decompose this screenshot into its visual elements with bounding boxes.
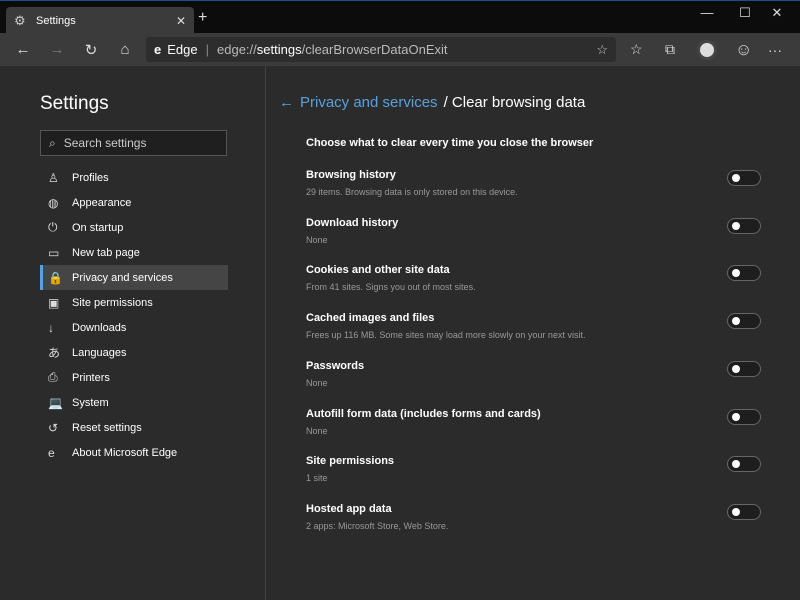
brand-label: Edge xyxy=(167,42,197,57)
breadcrumb-link[interactable]: Privacy and services xyxy=(300,94,438,111)
option-description: 1 site xyxy=(306,473,761,483)
laptop-icon: 💻 xyxy=(48,396,72,410)
clear-option-row: Download history None xyxy=(306,217,761,245)
option-title: Hosted app data xyxy=(306,503,761,515)
palette-icon: ◍ xyxy=(48,196,72,210)
sidebar-item-on-startup[interactable]: ⏻On startup xyxy=(40,215,228,240)
reset-icon: ↺ xyxy=(48,421,72,435)
toggle-switch[interactable] xyxy=(727,409,761,425)
forward-button[interactable]: → xyxy=(40,41,74,58)
refresh-button[interactable]: ↻ xyxy=(74,41,108,59)
sidebar-item-system[interactable]: 💻System xyxy=(40,390,228,415)
sidebar-item-appearance[interactable]: ◍Appearance xyxy=(40,190,228,215)
option-description: From 41 sites. Signs you out of most sit… xyxy=(306,282,761,292)
clear-option-row: Autofill form data (includes forms and c… xyxy=(306,408,761,436)
sidebar-item-downloads[interactable]: ↓Downloads xyxy=(40,315,228,340)
sidebar-item-profiles[interactable]: ♙Profiles xyxy=(40,165,228,190)
option-title: Site permissions xyxy=(306,455,761,467)
sidebar-item-about-microsoft-edge[interactable]: eAbout Microsoft Edge xyxy=(40,440,228,465)
clear-option-row: Hosted app data 2 apps: Microsoft Store, … xyxy=(306,503,761,531)
clear-option-row: Passwords None xyxy=(306,360,761,388)
sidebar-item-label: New tab page xyxy=(72,247,140,259)
toggle-switch[interactable] xyxy=(727,361,761,377)
gear-icon: ⚙ xyxy=(14,13,30,29)
title-bar: ⚙ Settings ✕ + — ☐ ✕ xyxy=(0,0,800,33)
back-arrow-icon[interactable]: ← xyxy=(279,94,294,111)
tab-title: Settings xyxy=(36,15,176,27)
section-subtitle: Choose what to clear every time you clos… xyxy=(306,137,593,149)
more-menu-button[interactable]: ··· xyxy=(768,33,782,66)
sidebar-item-printers[interactable]: ⎙Printers xyxy=(40,365,228,390)
main-content: ← Privacy and services / Clear browsing … xyxy=(267,66,800,600)
sidebar: Settings ⌕ Search settings ♙Profiles◍App… xyxy=(0,66,266,600)
sidebar-item-label: Appearance xyxy=(72,197,131,209)
languages-icon: あ xyxy=(48,344,72,361)
sidebar-item-languages[interactable]: あLanguages xyxy=(40,340,228,365)
option-description: None xyxy=(306,235,761,245)
favorite-star-icon[interactable]: ☆ xyxy=(596,42,608,58)
power-icon: ⏻ xyxy=(48,220,72,235)
search-icon: ⌕ xyxy=(49,136,56,151)
sidebar-item-label: Profiles xyxy=(72,172,109,184)
clear-option-row: Browsing history 29 items. Browsing data … xyxy=(306,169,761,197)
sidebar-item-site-permissions[interactable]: ▣Site permissions xyxy=(40,290,228,315)
lock-icon: 🔒 xyxy=(48,271,72,285)
sidebar-item-label: Site permissions xyxy=(72,297,153,309)
avatar[interactable] xyxy=(697,40,717,60)
toggle-switch[interactable] xyxy=(727,218,761,234)
toggle-switch[interactable] xyxy=(727,265,761,281)
search-input[interactable]: ⌕ Search settings xyxy=(40,130,227,156)
option-title: Cached images and files xyxy=(306,312,761,324)
clear-option-row: Cookies and other site data From 41 sites… xyxy=(306,264,761,292)
download-icon: ↓ xyxy=(48,321,72,335)
sidebar-item-label: About Microsoft Edge xyxy=(72,447,177,459)
clear-option-row: Site permissions 1 site xyxy=(306,455,761,483)
address-bar[interactable]: e Edge | edge://settings/clearBrowserDat… xyxy=(146,37,616,62)
home-button[interactable]: ⌂ xyxy=(108,41,142,58)
option-title: Autofill form data (includes forms and c… xyxy=(306,408,761,420)
sidebar-item-reset-settings[interactable]: ↺Reset settings xyxy=(40,415,228,440)
close-window-button[interactable]: ✕ xyxy=(754,5,800,21)
page-title: / Clear browsing data xyxy=(444,94,586,111)
back-button[interactable]: ← xyxy=(6,41,40,58)
sidebar-item-label: Printers xyxy=(72,372,110,384)
edge-icon: e xyxy=(48,446,72,460)
option-description: 2 apps: Microsoft Store, Web Store. xyxy=(306,521,761,531)
option-title: Passwords xyxy=(306,360,761,372)
option-description: Frees up 116 MB. Some sites may load mor… xyxy=(306,330,761,340)
printer-icon: ⎙ xyxy=(48,370,72,385)
breadcrumb: ← Privacy and services / Clear browsing … xyxy=(279,94,585,111)
favorites-icon[interactable]: ☆ xyxy=(630,33,643,66)
tab-settings[interactable]: ⚙ Settings ✕ xyxy=(6,7,194,34)
newtab-icon: ▭ xyxy=(48,246,72,260)
option-title: Cookies and other site data xyxy=(306,264,761,276)
option-title: Browsing history xyxy=(306,169,761,181)
clear-option-row: Cached images and files Frees up 116 MB. … xyxy=(306,312,761,340)
sidebar-item-label: Reset settings xyxy=(72,422,142,434)
toggle-switch[interactable] xyxy=(727,170,761,186)
sidebar-item-label: Languages xyxy=(72,347,126,359)
option-description: None xyxy=(306,426,761,436)
sidebar-title: Settings xyxy=(40,93,109,115)
sidebar-item-new-tab-page[interactable]: ▭New tab page xyxy=(40,240,228,265)
sidebar-item-label: On startup xyxy=(72,222,123,234)
site-permissions-icon: ▣ xyxy=(48,296,72,310)
sidebar-item-privacy-and-services[interactable]: 🔒Privacy and services xyxy=(40,265,228,290)
option-title: Download history xyxy=(306,217,761,229)
sidebar-item-label: Downloads xyxy=(72,322,126,334)
sidebar-item-label: System xyxy=(72,397,109,409)
toggle-switch[interactable] xyxy=(727,313,761,329)
sidebar-item-label: Privacy and services xyxy=(72,272,173,284)
collections-icon[interactable]: ⧉ xyxy=(665,33,675,66)
option-description: 29 items. Browsing data is only stored o… xyxy=(306,187,761,197)
option-description: None xyxy=(306,378,761,388)
edge-icon: e xyxy=(154,42,161,57)
new-tab-button[interactable]: + xyxy=(198,9,207,27)
feedback-icon[interactable]: ☺ xyxy=(735,33,752,66)
toggle-switch[interactable] xyxy=(727,504,761,520)
url-text[interactable]: edge://settings/clearBrowserDataOnExit xyxy=(217,42,596,57)
toggle-switch[interactable] xyxy=(727,456,761,472)
person-icon: ♙ xyxy=(48,171,72,185)
tab-close-button[interactable]: ✕ xyxy=(176,14,186,28)
